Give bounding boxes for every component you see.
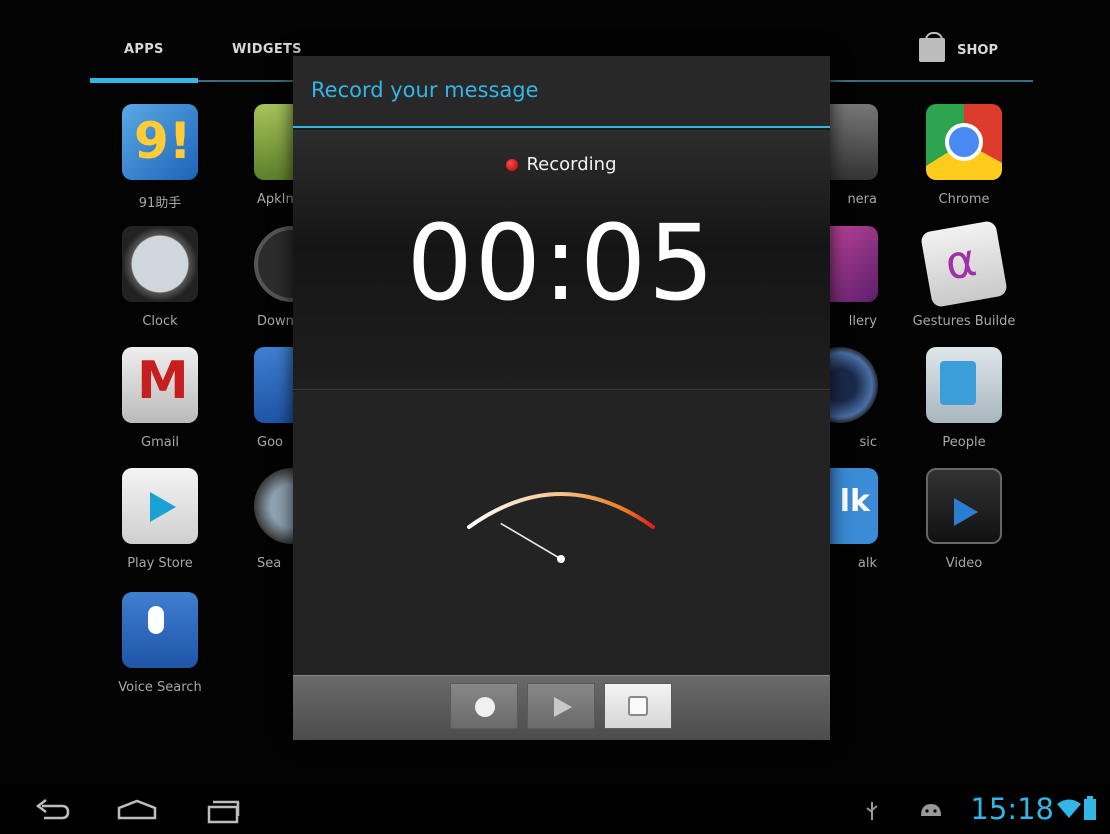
back-icon[interactable]: [32, 798, 72, 822]
app-play-store[interactable]: Play Store: [90, 468, 230, 571]
home-icon[interactable]: [116, 798, 158, 822]
play-icon: [554, 697, 572, 717]
recording-status-panel: Recording 00:05: [293, 130, 830, 390]
wifi-icon: [1057, 799, 1081, 818]
app-gmail[interactable]: Gmail: [90, 347, 230, 450]
shopping-bag-icon: [919, 32, 946, 62]
app-label: Gestures Builde: [912, 314, 1016, 329]
dialog-header: Record your message: [293, 56, 830, 128]
chrome-icon: [926, 104, 1002, 180]
shop-label: SHOP: [957, 42, 998, 58]
android-debug-icon: [921, 804, 941, 816]
app-gestures-builder[interactable]: Gestures Builde: [894, 219, 1034, 329]
microphone-icon: [122, 592, 198, 668]
recorder-controls: [293, 675, 830, 740]
recording-status-label: Recording: [526, 154, 617, 175]
app-label: People: [942, 435, 986, 450]
app-label: Chrome: [938, 192, 990, 207]
recording-indicator: Recording: [293, 154, 830, 175]
app-label: 91助手: [138, 196, 182, 211]
play-store-icon: [122, 468, 198, 544]
gestures-builder-icon: [919, 219, 1009, 309]
recent-apps-icon[interactable]: [205, 798, 241, 824]
clock-icon: [122, 226, 198, 302]
vu-meter-panel: [293, 391, 830, 675]
record-message-dialog: Record your message Recording 00:05: [293, 56, 830, 740]
vu-meter: [467, 492, 655, 563]
vu-meter-scale: [467, 492, 655, 529]
app-chrome[interactable]: Chrome: [894, 104, 1034, 207]
record-icon: [475, 697, 495, 717]
record-dot-icon: [506, 158, 519, 171]
system-bar: 15:18: [0, 784, 1110, 834]
app-label: Clock: [142, 314, 178, 329]
stop-icon: [628, 696, 648, 716]
dialog-title: Record your message: [311, 78, 539, 102]
app-label: Gmail: [141, 435, 179, 450]
talk-icon-text: lk: [839, 484, 870, 519]
app-voice-search[interactable]: Voice Search: [90, 592, 230, 695]
app-91-icon: [122, 104, 198, 180]
gmail-icon: [122, 347, 198, 423]
shop-button[interactable]: SHOP: [919, 32, 998, 62]
battery-icon: [1084, 796, 1096, 820]
stop-button[interactable]: [604, 683, 672, 729]
recording-timer: 00:05: [406, 202, 717, 324]
video-icon: [926, 468, 1002, 544]
app-label: Voice Search: [118, 680, 202, 695]
status-clock: 15:18: [970, 792, 1054, 826]
app-people[interactable]: People: [894, 347, 1034, 450]
app-91[interactable]: 91助手: [90, 104, 230, 211]
usb-icon: [866, 802, 878, 820]
tab-apps[interactable]: APPS: [124, 42, 164, 57]
app-video[interactable]: Video: [894, 468, 1034, 571]
vu-meter-needle: [500, 522, 562, 560]
play-button[interactable]: [527, 683, 595, 729]
vu-meter-pivot: [557, 555, 565, 563]
tab-active-indicator: [90, 78, 198, 83]
app-label: Play Store: [127, 556, 193, 571]
record-button[interactable]: [450, 683, 518, 729]
app-clock[interactable]: Clock: [90, 226, 230, 329]
tab-widgets[interactable]: WIDGETS: [232, 42, 302, 57]
app-label: Video: [945, 556, 983, 571]
people-icon: [926, 347, 1002, 423]
